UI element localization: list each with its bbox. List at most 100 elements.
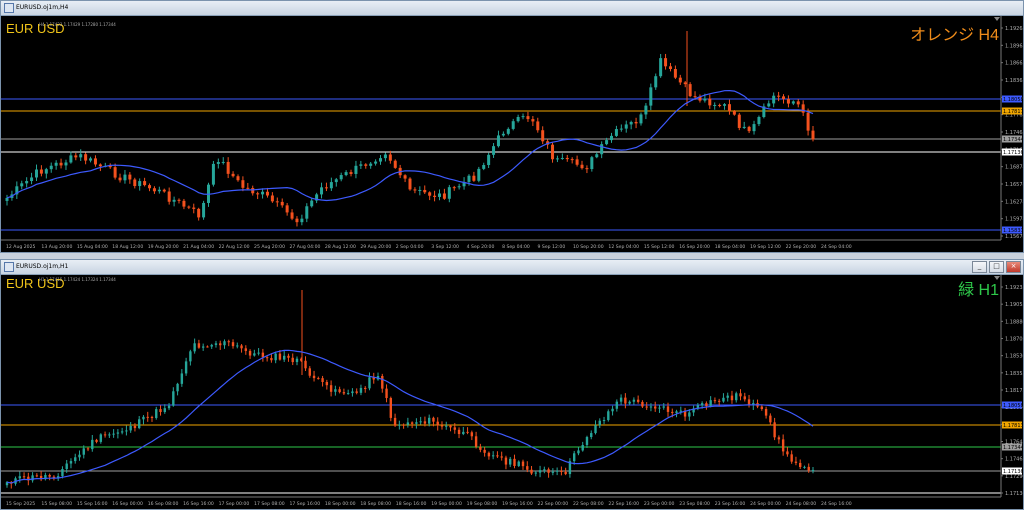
candle <box>274 351 277 364</box>
candle-body <box>159 409 162 413</box>
candle <box>108 432 111 438</box>
candle-body <box>64 162 68 166</box>
candle-body <box>349 172 353 174</box>
candle-body <box>143 181 147 186</box>
candle <box>143 177 147 187</box>
candle-body <box>236 345 239 347</box>
candle <box>20 180 24 190</box>
candle-body <box>433 195 437 197</box>
candle <box>172 196 176 207</box>
candle <box>163 404 166 414</box>
candle <box>662 403 665 410</box>
candle <box>492 143 496 158</box>
candle <box>536 117 540 133</box>
price-tag-label: 1.17136 <box>1003 150 1023 156</box>
candle <box>803 465 806 469</box>
candle-body <box>346 393 350 395</box>
candle <box>167 187 171 205</box>
candle-body <box>466 431 469 433</box>
candle-body <box>536 121 540 131</box>
candle-body <box>611 408 614 412</box>
candle-body <box>270 195 274 202</box>
candle <box>413 187 417 194</box>
price-axis-label: 1.18355 <box>1005 371 1023 377</box>
candle-body <box>285 205 289 213</box>
candle-body <box>325 382 329 386</box>
candle-body <box>727 104 731 112</box>
candle <box>649 403 653 412</box>
candle-body <box>155 409 158 418</box>
candle <box>30 172 34 185</box>
candle <box>688 82 692 98</box>
candle <box>713 397 717 404</box>
candle <box>436 417 439 431</box>
candle <box>44 167 48 179</box>
candle <box>355 388 358 395</box>
candle <box>138 416 141 430</box>
candle <box>742 121 746 130</box>
candle-body <box>295 218 299 223</box>
candle <box>664 53 668 70</box>
window-titlebar[interactable]: EURUSD.oj1m,H4 <box>1 1 1023 16</box>
candle-body <box>526 116 530 120</box>
price-tag-label: 1.15831 <box>1003 228 1023 234</box>
candle-body <box>98 164 102 167</box>
candle <box>654 73 658 90</box>
time-axis-label: 15 Sep 16:00 <box>77 501 108 507</box>
candle <box>128 172 132 184</box>
candle <box>692 405 695 417</box>
candle-body <box>717 400 721 402</box>
candle-body <box>214 343 218 345</box>
close-button[interactable]: × <box>1006 261 1021 273</box>
candle-body <box>5 197 9 201</box>
candle <box>376 372 380 381</box>
candle-body <box>594 425 597 434</box>
candle-body <box>580 164 584 169</box>
window-titlebar[interactable]: EURUSD.oj1m,H1 _ □ × <box>1 260 1023 275</box>
time-axis-label: 10 Sep 20:00 <box>573 244 604 250</box>
candle-body <box>354 165 358 174</box>
candle-body <box>368 377 371 389</box>
candle-body <box>555 158 559 160</box>
candle-body <box>453 427 456 430</box>
candle <box>176 382 179 396</box>
maximize-button[interactable]: □ <box>989 261 1004 273</box>
candle-body <box>172 391 175 406</box>
candlestick-chart-h4[interactable]: 1.192631.189631.186651.183651.180661.177… <box>1 16 1023 252</box>
candle-body <box>794 461 798 463</box>
candle <box>442 188 446 200</box>
time-axis-label: 24 Sep 00:00 <box>750 501 781 507</box>
chart-window-h1[interactable]: EURUSD.oj1m,H1 _ □ × 1.19235 1.19055 1.188… <box>0 259 1024 510</box>
candle-body <box>723 104 727 106</box>
candlestick-chart-h1[interactable]: 1.19235 1.19055 1.18880 1.18705 1.18530 1.183… <box>1 275 1023 509</box>
candle-body <box>152 188 156 192</box>
candle <box>120 427 124 435</box>
time-axis-label: 16 Sep 16:00 <box>183 501 214 507</box>
candle <box>654 401 657 412</box>
candle-body <box>65 463 68 470</box>
candle-body <box>418 189 422 191</box>
time-axis-label: 17 Sep 00:00 <box>219 501 250 507</box>
candle-body <box>291 357 294 363</box>
candle <box>403 174 407 183</box>
candle <box>184 357 188 376</box>
candle <box>59 158 63 169</box>
candle-body <box>708 98 712 106</box>
candle <box>5 194 9 206</box>
candle-body <box>654 76 658 88</box>
candle <box>56 473 60 481</box>
chart-window-h4[interactable]: EURUSD.oj1m,H4 1.19263 1.18963 1.18665 1.18… <box>0 0 1024 253</box>
candle-body <box>59 162 63 166</box>
time-axis-label: 25 Aug 20:00 <box>254 244 285 250</box>
minimize-button[interactable]: _ <box>972 261 987 273</box>
candle-body <box>737 114 741 128</box>
candle <box>206 345 209 348</box>
price-tag-label: 1.17344 <box>1003 445 1023 451</box>
candle-body <box>39 169 43 174</box>
candle-body <box>675 411 678 413</box>
candle-body <box>610 135 613 141</box>
candle-body <box>602 420 606 422</box>
chart-window-icon <box>4 3 14 13</box>
candle <box>167 403 171 411</box>
candle-body <box>290 212 294 219</box>
